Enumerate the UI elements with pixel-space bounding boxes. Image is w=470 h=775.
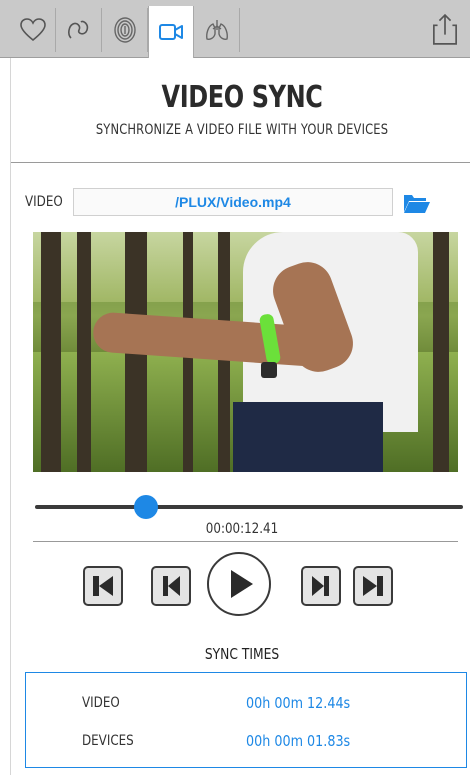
video-sync-panel: VIDEO SYNC SYNCHRONIZE A VIDEO FILE WITH… bbox=[10, 58, 470, 775]
tab-heart[interactable] bbox=[10, 8, 56, 52]
heart-icon bbox=[19, 18, 46, 42]
skip-to-end-icon bbox=[363, 576, 383, 596]
header-divider bbox=[11, 162, 470, 163]
sync-row-label-devices: DEVICES bbox=[82, 733, 134, 749]
video-preview[interactable] bbox=[33, 232, 458, 472]
skip-to-start-button[interactable] bbox=[83, 566, 123, 606]
sync-row-label-video: VIDEO bbox=[82, 695, 120, 711]
video-camera-icon bbox=[159, 24, 183, 40]
step-forward-button[interactable] bbox=[301, 566, 341, 606]
player-divider bbox=[33, 541, 458, 542]
sync-row-value-devices: 00h 00m 01.83s bbox=[246, 732, 351, 750]
play-icon bbox=[231, 570, 253, 598]
skip-to-start-icon bbox=[93, 576, 113, 596]
seek-slider-thumb[interactable] bbox=[134, 495, 159, 519]
play-button[interactable] bbox=[207, 552, 271, 616]
current-time: 00:00:12.41 bbox=[205, 521, 279, 537]
step-back-button[interactable] bbox=[151, 566, 191, 606]
page-title: VIDEO SYNC bbox=[161, 80, 323, 115]
sync-times-heading: SYNC TIMES bbox=[204, 645, 280, 663]
video-file-label: VIDEO bbox=[25, 194, 63, 210]
sync-row-value-video: 00h 00m 12.44s bbox=[246, 694, 351, 712]
lungs-icon bbox=[205, 20, 228, 40]
body-icon bbox=[67, 20, 88, 39]
step-back-icon bbox=[163, 576, 180, 596]
tab-video[interactable] bbox=[148, 6, 194, 58]
share-icon bbox=[433, 13, 457, 45]
tab-fingerprint[interactable] bbox=[102, 8, 148, 52]
tab-body[interactable] bbox=[56, 8, 102, 52]
step-forward-icon bbox=[312, 576, 329, 596]
tab-bar bbox=[0, 0, 470, 58]
folder-open-icon[interactable] bbox=[403, 192, 431, 214]
sync-times-table: VIDEO 00h 00m 12.44s DEVICES 00h 00m 01.… bbox=[25, 672, 467, 768]
page-subtitle: SYNCHRONIZE A VIDEO FILE WITH YOUR DEVIC… bbox=[95, 122, 389, 138]
seek-slider[interactable] bbox=[35, 505, 463, 509]
share-button[interactable] bbox=[430, 10, 460, 48]
video-file-field[interactable]: /PLUX/Video.mp4 bbox=[73, 188, 393, 216]
tab-lungs[interactable] bbox=[194, 8, 240, 52]
skip-to-end-button[interactable] bbox=[353, 566, 393, 606]
video-file-path: /PLUX/Video.mp4 bbox=[175, 194, 291, 210]
fingerprint-icon bbox=[113, 17, 136, 43]
